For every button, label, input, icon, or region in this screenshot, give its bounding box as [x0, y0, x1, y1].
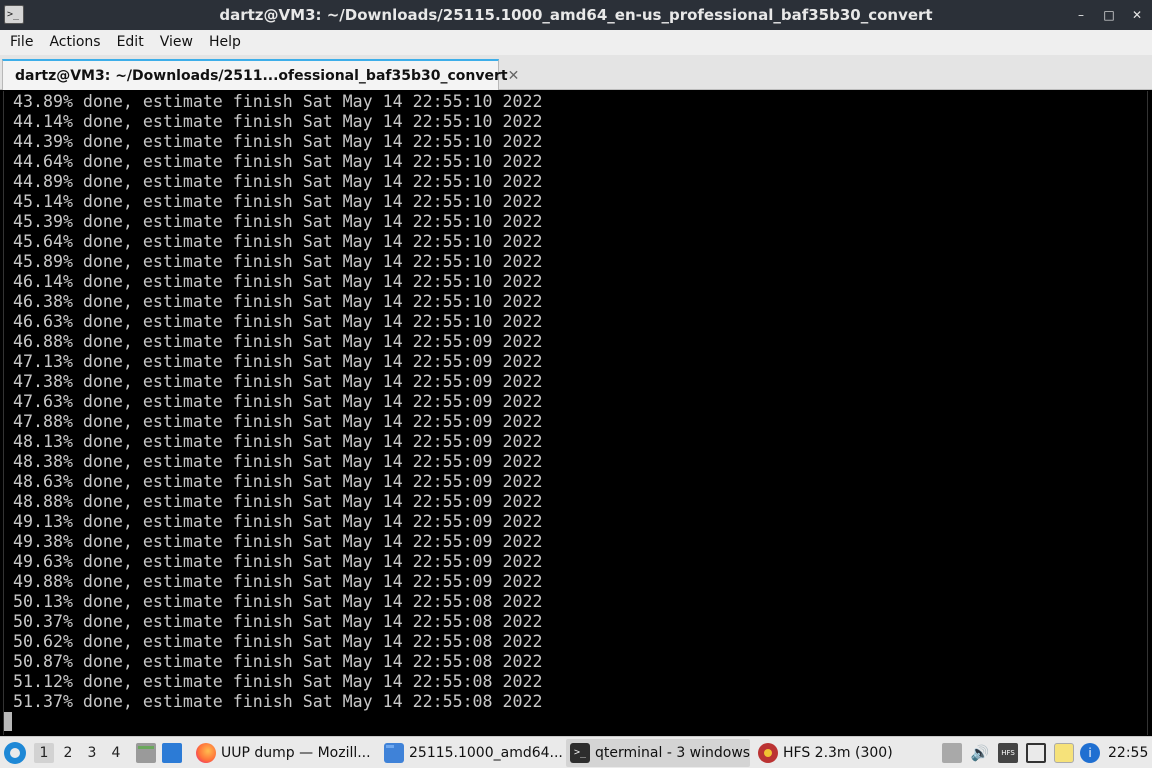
terminal-line: 47.63% done, estimate finish Sat May 14 … [13, 392, 543, 411]
desktop-4-button[interactable]: 4 [106, 743, 126, 763]
maximize-button[interactable]: □ [1102, 8, 1116, 22]
terminal-line: 50.37% done, estimate finish Sat May 14 … [13, 612, 543, 631]
notes-icon[interactable] [1054, 743, 1074, 763]
task-label: 25115.1000_amd64... [409, 745, 562, 761]
terminal-icon: >_ [570, 743, 590, 763]
terminal-line: 44.89% done, estimate finish Sat May 14 … [13, 172, 543, 191]
terminal-line: 44.64% done, estimate finish Sat May 14 … [13, 152, 543, 171]
terminal-line: 45.14% done, estimate finish Sat May 14 … [13, 192, 543, 211]
terminal-line: 49.13% done, estimate finish Sat May 14 … [13, 512, 543, 531]
terminal-line: 50.87% done, estimate finish Sat May 14 … [13, 652, 543, 671]
terminal-line: 48.63% done, estimate finish Sat May 14 … [13, 472, 543, 491]
task-firefox[interactable]: UUP dump — Mozill... [192, 739, 378, 767]
terminal-line: 45.89% done, estimate finish Sat May 14 … [13, 252, 543, 271]
tab-label: dartz@VM3: ~/Downloads/2511...ofessional… [15, 67, 508, 84]
menu-view[interactable]: View [152, 30, 201, 55]
terminal-line: 48.88% done, estimate finish Sat May 14 … [13, 492, 543, 511]
menu-help[interactable]: Help [201, 30, 249, 55]
terminal-output[interactable]: 43.89% done, estimate finish Sat May 14 … [3, 91, 1148, 735]
tab-bar: dartz@VM3: ~/Downloads/2511...ofessional… [0, 55, 1152, 90]
task-hfs[interactable]: HFS 2.3m (300) [754, 739, 934, 767]
start-menu-icon[interactable] [4, 742, 26, 764]
network-icon[interactable] [1026, 743, 1046, 763]
terminal-line: 50.13% done, estimate finish Sat May 14 … [13, 592, 543, 611]
terminal-line: 51.37% done, estimate finish Sat May 14 … [13, 692, 543, 711]
tab-close-icon[interactable]: ✕ [508, 68, 520, 84]
clock[interactable]: 22:55 [1108, 737, 1148, 768]
menu-edit[interactable]: Edit [109, 30, 152, 55]
file-manager-launcher-icon[interactable] [136, 743, 156, 763]
task-label: HFS 2.3m (300) [783, 745, 893, 761]
hfs-icon [758, 743, 778, 763]
terminal-line: 47.88% done, estimate finish Sat May 14 … [13, 412, 543, 431]
terminal-line: 50.62% done, estimate finish Sat May 14 … [13, 632, 543, 651]
terminal-line: 46.63% done, estimate finish Sat May 14 … [13, 312, 543, 331]
terminal-line: 46.14% done, estimate finish Sat May 14 … [13, 272, 543, 291]
terminal-line: 46.88% done, estimate finish Sat May 14 … [13, 332, 543, 351]
terminal-line: 47.38% done, estimate finish Sat May 14 … [13, 372, 543, 391]
menu-actions[interactable]: Actions [41, 30, 108, 55]
terminal-line: 51.12% done, estimate finish Sat May 14 … [13, 672, 543, 691]
minimize-button[interactable]: – [1074, 8, 1088, 22]
title-bar: >_ dartz@VM3: ~/Downloads/25115.1000_amd… [0, 0, 1152, 30]
terminal-cursor [4, 712, 12, 731]
close-button[interactable]: ✕ [1130, 8, 1144, 22]
task-label: UUP dump — Mozill... [221, 745, 371, 761]
menu-file[interactable]: File [2, 30, 41, 55]
taskbar: 1 2 3 4 UUP dump — Mozill... 25115.1000_… [0, 736, 1152, 768]
update-notifier-icon[interactable]: i [1080, 743, 1100, 763]
task-label: qterminal - 3 windows [595, 745, 750, 761]
tab-terminal-session[interactable]: dartz@VM3: ~/Downloads/2511...ofessional… [2, 59, 519, 90]
terminal-line: 48.38% done, estimate finish Sat May 14 … [13, 452, 543, 471]
terminal-line: 45.39% done, estimate finish Sat May 14 … [13, 212, 543, 231]
task-qterminal[interactable]: >_ qterminal - 3 windows [566, 739, 750, 767]
task-file-manager[interactable]: 25115.1000_amd64... [380, 739, 562, 767]
terminal-line: 47.13% done, estimate finish Sat May 14 … [13, 352, 543, 371]
terminal-line: 48.13% done, estimate finish Sat May 14 … [13, 432, 543, 451]
terminal-line: 44.14% done, estimate finish Sat May 14 … [13, 112, 543, 131]
terminal-line: 49.63% done, estimate finish Sat May 14 … [13, 552, 543, 571]
folder-icon [384, 743, 404, 763]
hfs-tray-icon[interactable]: HFS [998, 743, 1018, 763]
volume-icon[interactable]: 🔊 [970, 743, 990, 763]
show-desktop-icon[interactable] [162, 743, 182, 763]
clipboard-icon[interactable] [942, 743, 962, 763]
firefox-icon [196, 743, 216, 763]
window-title: dartz@VM3: ~/Downloads/25115.1000_amd64_… [219, 6, 933, 24]
desktop-2-button[interactable]: 2 [58, 743, 78, 763]
terminal-lines: 43.89% done, estimate finish Sat May 14 … [13, 92, 543, 712]
terminal-line: 45.64% done, estimate finish Sat May 14 … [13, 232, 543, 251]
menu-bar: File Actions Edit View Help [0, 30, 1152, 55]
terminal-line: 49.38% done, estimate finish Sat May 14 … [13, 532, 543, 551]
window-controls: – □ ✕ [1074, 0, 1144, 30]
terminal-line: 49.88% done, estimate finish Sat May 14 … [13, 572, 543, 591]
desktop-1-button[interactable]: 1 [34, 743, 54, 763]
desktop-3-button[interactable]: 3 [82, 743, 102, 763]
terminal-line: 43.89% done, estimate finish Sat May 14 … [13, 92, 543, 111]
terminal-line: 46.38% done, estimate finish Sat May 14 … [13, 292, 543, 311]
terminal-line: 44.39% done, estimate finish Sat May 14 … [13, 132, 543, 151]
